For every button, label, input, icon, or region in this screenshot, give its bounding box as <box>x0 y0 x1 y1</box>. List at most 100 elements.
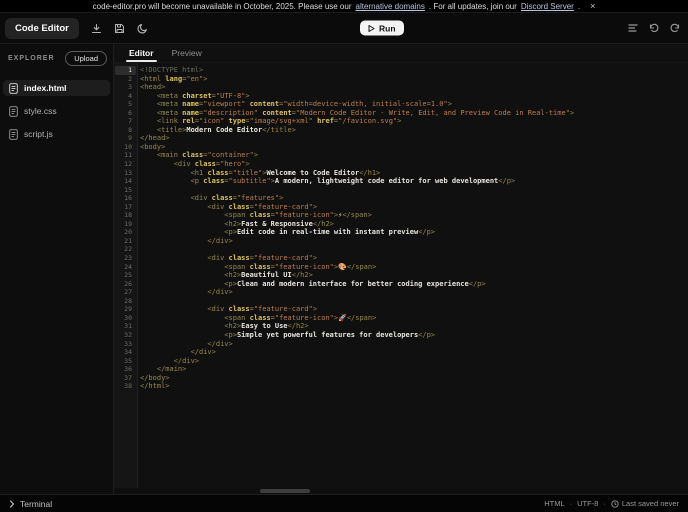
code-line[interactable]: <div class="feature-card"> <box>140 203 688 212</box>
code-line[interactable]: </head> <box>140 134 688 143</box>
code-line[interactable]: <link rel="icon" type="image/svg+xml" hr… <box>140 117 688 126</box>
code-line[interactable]: </div> <box>140 340 688 349</box>
code-editor-app: code-editor.pro will become unavailable … <box>0 0 688 512</box>
banner-message-start: code-editor.pro will become unavailable … <box>92 1 352 11</box>
code-line[interactable]: <meta charset="UTF-8"> <box>140 92 688 101</box>
line-number: 2 <box>128 74 132 83</box>
line-number: 34 <box>124 348 132 357</box>
code-line[interactable]: <title>Modern Code Editor</title> <box>140 126 688 135</box>
file-name: index.html <box>24 83 67 93</box>
code-line[interactable] <box>140 186 688 195</box>
code-line[interactable]: </div> <box>140 357 688 366</box>
scrollbar-thumb[interactable] <box>260 489 310 493</box>
status-last-saved: Last saved never <box>621 499 679 508</box>
file-list: index.html style.css script.js <box>0 80 113 142</box>
app-logo: Code Editor <box>5 17 79 39</box>
code-line[interactable]: <h2>Beautiful UI</h2> <box>140 271 688 280</box>
file-item-index.html[interactable]: index.html <box>3 80 110 96</box>
line-number: 32 <box>124 330 132 339</box>
banner-message-mid: . For all updates, join our <box>428 1 517 11</box>
download-icon[interactable] <box>91 23 102 34</box>
code-line[interactable]: <main class="container"> <box>140 151 688 160</box>
line-number: 5 <box>128 100 132 109</box>
code-line[interactable]: </main> <box>140 365 688 374</box>
tab-preview[interactable]: Preview <box>163 44 211 62</box>
file-item-script.js[interactable]: script.js <box>3 126 110 142</box>
code-line[interactable]: </body> <box>140 374 688 383</box>
code-line[interactable]: <h2>Fast & Responsive</h2> <box>140 220 688 229</box>
line-number: 4 <box>128 91 132 100</box>
line-number: 11 <box>124 151 132 160</box>
line-number: 7 <box>128 117 132 126</box>
line-number: 30 <box>124 313 132 322</box>
code-line[interactable]: <p>Edit code in real-time with instant p… <box>140 228 688 237</box>
theme-moon-icon[interactable] <box>137 23 148 34</box>
code-line[interactable] <box>140 245 688 254</box>
code-line[interactable]: </div> <box>140 348 688 357</box>
code-line[interactable]: <h1 class="title">Welcome to Code Editor… <box>140 169 688 178</box>
run-label: Run <box>379 23 396 33</box>
line-number: 26 <box>124 279 132 288</box>
code-line[interactable]: <p>Simple yet powerful features for deve… <box>140 331 688 340</box>
statusbar: Terminal HTML · UTF-8 · Last saved never <box>0 494 688 512</box>
code-line[interactable]: <body> <box>140 143 688 152</box>
code-line[interactable]: </div> <box>140 237 688 246</box>
code-line[interactable]: <div class="features"> <box>140 194 688 203</box>
file-icon <box>9 105 18 117</box>
code-line[interactable]: </html> <box>140 382 688 391</box>
line-number: 36 <box>124 365 132 374</box>
code-line[interactable]: <span class="feature-icon">⚡</span> <box>140 211 688 220</box>
code-line[interactable]: <meta name="viewport" content="width=dev… <box>140 100 688 109</box>
code-line[interactable]: <p>Clean and modern interface for better… <box>140 280 688 289</box>
line-number: 31 <box>124 322 132 331</box>
editor-panel: Editor Preview 1 2 3 4 5 6 7 8 9 10 11 12 13 14 15 16 17… <box>114 44 688 494</box>
horizontal-scrollbar <box>114 488 688 494</box>
line-number: 38 <box>124 382 132 391</box>
file-item-style.css[interactable]: style.css <box>3 103 110 119</box>
file-icon <box>9 128 18 140</box>
line-number: 22 <box>124 245 132 254</box>
redo-icon[interactable] <box>670 23 680 33</box>
chevron-right-icon <box>9 499 15 508</box>
upload-button[interactable]: Upload <box>65 51 107 66</box>
banner-close-icon[interactable]: × <box>590 1 595 11</box>
code-line[interactable]: </div> <box>140 288 688 297</box>
tab-editor[interactable]: Editor <box>120 44 163 62</box>
code-line[interactable]: <head> <box>140 83 688 92</box>
line-number: 19 <box>124 219 132 228</box>
line-number: 33 <box>124 339 132 348</box>
code-lines[interactable]: <!DOCTYPE html> <html lang="en"> <head> <m… <box>138 63 688 488</box>
alternative-domains-link[interactable]: alternative domains <box>356 2 425 11</box>
file-name: script.js <box>24 129 53 139</box>
code-line[interactable] <box>140 297 688 306</box>
code-line[interactable]: <span class="feature-icon">🚀</span> <box>140 314 688 323</box>
line-number: 25 <box>124 271 132 280</box>
line-number: 24 <box>124 262 132 271</box>
code-line[interactable]: <meta name="description" content="Modern… <box>140 109 688 118</box>
line-number: 16 <box>124 194 132 203</box>
code-line[interactable]: <div class="hero"> <box>140 160 688 169</box>
status-language: HTML <box>544 499 565 508</box>
code-line[interactable]: <p class="subtitle">A modern, lightweigh… <box>140 177 688 186</box>
line-number: 6 <box>128 108 132 117</box>
code-line[interactable]: <html lang="en"> <box>140 75 688 84</box>
run-button[interactable]: Run <box>360 20 404 36</box>
code-line[interactable]: <span class="feature-icon">🎨</span> <box>140 263 688 272</box>
discord-server-link[interactable]: Discord Server <box>521 2 574 11</box>
code-line[interactable]: <div class="feature-card"> <box>140 305 688 314</box>
line-number: 27 <box>124 288 132 297</box>
code-line[interactable]: <div class="feature-card"> <box>140 254 688 263</box>
file-icon <box>9 82 18 94</box>
banner-message-end: . <box>577 1 581 11</box>
line-number: 3 <box>128 83 132 92</box>
undo-icon[interactable] <box>649 23 659 33</box>
save-icon[interactable] <box>114 23 125 34</box>
code-line[interactable]: <!DOCTYPE html> <box>140 66 688 75</box>
line-number: 14 <box>124 177 132 186</box>
line-number: 20 <box>124 228 132 237</box>
format-align-icon[interactable] <box>628 24 638 33</box>
line-number: 21 <box>124 236 132 245</box>
terminal-toggle[interactable]: Terminal <box>9 499 52 509</box>
terminal-label: Terminal <box>20 498 53 509</box>
code-line[interactable]: <h2>Easy to Use</h2> <box>140 322 688 331</box>
